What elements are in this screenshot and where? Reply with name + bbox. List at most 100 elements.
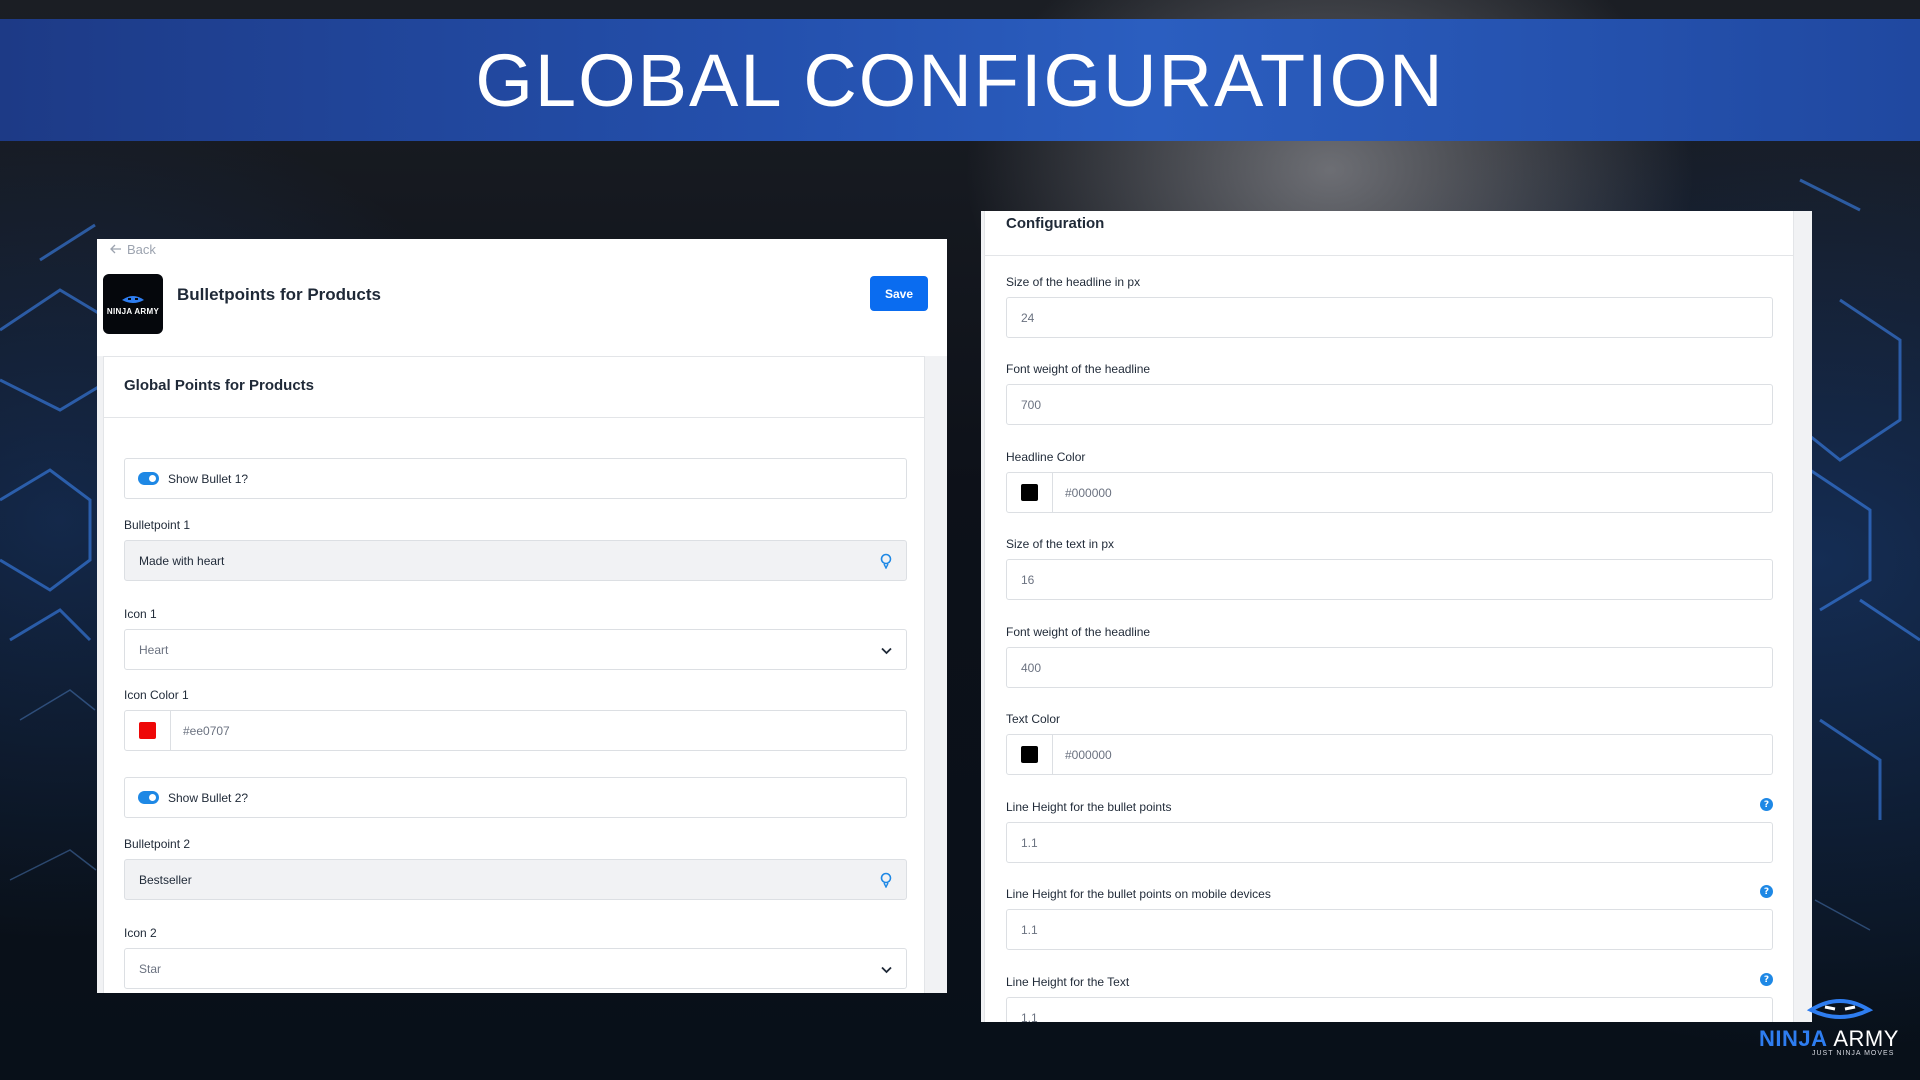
icon-2-value: Star xyxy=(139,961,162,976)
color-swatch-button[interactable] xyxy=(1007,473,1053,512)
headline-weight-input[interactable]: 700 xyxy=(1006,384,1773,425)
page-title: GLOBAL CONFIGURATION xyxy=(475,38,1445,122)
app-logo: NINJA ARMY xyxy=(103,274,163,334)
header-banner: GLOBAL CONFIGURATION xyxy=(0,19,1920,141)
headline-weight-group: Font weight of the headline 700 xyxy=(1006,362,1773,425)
chevron-down-icon xyxy=(881,644,892,658)
show-bullet-1-label: Show Bullet 1? xyxy=(168,471,249,486)
bulletpoint-1-label: Bulletpoint 1 xyxy=(124,518,191,532)
configuration-title: Configuration xyxy=(985,211,1793,256)
text-line-height-group: Line Height for the Text ? 1.1 xyxy=(1006,973,1773,1022)
text-line-height-label: Line Height for the Text ? xyxy=(1006,973,1773,989)
ninja-army-logo: NINJA ARMY JUST NINJA MOVES xyxy=(1755,990,1915,1060)
bullet-line-height-text: Line Height for the bullet points xyxy=(1006,800,1172,814)
app-logo-text: NINJA ARMY xyxy=(106,306,160,316)
help-icon[interactable]: ? xyxy=(1760,798,1773,811)
app-panel-left: Back NINJA ARMY Bulletpoints for Product… xyxy=(97,239,947,993)
headline-size-group: Size of the headline in px 24 xyxy=(1006,275,1773,338)
help-icon[interactable]: ? xyxy=(1760,885,1773,898)
text-color-group: Text Color #000000 xyxy=(1006,712,1773,775)
text-size-value: 16 xyxy=(1021,572,1035,587)
app-title: Bulletpoints for Products xyxy=(177,285,381,304)
show-bullet-1-group: Show Bullet 1? xyxy=(124,458,907,499)
emoji-picker-icon[interactable] xyxy=(879,553,893,572)
text-weight-group: Font weight of the headline 400 xyxy=(1006,625,1773,688)
configuration-card: Configuration Size of the headline in px… xyxy=(984,211,1794,1022)
text-weight-value: 400 xyxy=(1021,660,1042,675)
mobile-line-height-value: 1.1 xyxy=(1021,922,1038,937)
headline-size-value: 24 xyxy=(1021,310,1035,325)
bullet-line-height-group: Line Height for the bullet points ? 1.1 xyxy=(1006,798,1773,863)
ninja-mask-icon xyxy=(122,295,144,303)
text-line-height-input[interactable]: 1.1 xyxy=(1006,997,1773,1022)
headline-size-input[interactable]: 24 xyxy=(1006,297,1773,338)
headline-size-label: Size of the headline in px xyxy=(1006,275,1141,289)
icon-color-1-value: #ee0707 xyxy=(183,723,230,738)
icon-color-1-group: Icon Color 1 #ee0707 xyxy=(124,688,907,751)
toggle-switch[interactable] xyxy=(138,791,159,804)
show-bullet-2-toggle-field[interactable]: Show Bullet 2? xyxy=(124,777,907,818)
help-icon[interactable]: ? xyxy=(1760,973,1773,986)
headline-color-value: #000000 xyxy=(1065,485,1112,500)
text-size-label: Size of the text in px xyxy=(1006,537,1115,551)
color-swatch-button[interactable] xyxy=(1007,735,1053,774)
mobile-line-height-input[interactable]: 1.1 xyxy=(1006,909,1773,950)
bullet-line-height-label: Line Height for the bullet points ? xyxy=(1006,798,1773,814)
color-swatch xyxy=(1021,484,1038,501)
bulletpoint-1-group: Bulletpoint 1 Made with heart xyxy=(124,518,907,581)
text-size-group: Size of the text in px 16 xyxy=(1006,537,1773,600)
text-weight-input[interactable]: 400 xyxy=(1006,647,1773,688)
icon-2-group: Icon 2 Star xyxy=(124,926,907,989)
card-title: Global Points for Products xyxy=(104,357,924,418)
mobile-line-height-group: Line Height for the bullet points on mob… xyxy=(1006,885,1773,950)
save-button[interactable]: Save xyxy=(870,276,928,311)
brand-name-part2: ARMY xyxy=(1833,1026,1899,1051)
color-swatch xyxy=(1021,746,1038,763)
icon-2-label: Icon 2 xyxy=(124,926,157,940)
icon-color-1-input[interactable]: #ee0707 xyxy=(124,710,907,751)
icon-1-value: Heart xyxy=(139,642,169,657)
emoji-picker-icon[interactable] xyxy=(879,872,893,891)
icon-1-label: Icon 1 xyxy=(124,607,157,621)
back-label: Back xyxy=(127,242,156,257)
mobile-line-height-text: Line Height for the bullet points on mob… xyxy=(1006,887,1271,901)
text-line-height-value: 1.1 xyxy=(1021,1010,1038,1023)
bulletpoint-2-value: Bestseller xyxy=(139,872,192,887)
global-points-card: Global Points for Products Show Bullet 1… xyxy=(103,356,925,993)
bulletpoint-2-label: Bulletpoint 2 xyxy=(124,837,191,851)
bulletpoint-1-input[interactable]: Made with heart xyxy=(124,540,907,581)
arrow-left-icon xyxy=(110,242,122,257)
show-bullet-2-label: Show Bullet 2? xyxy=(168,790,249,805)
app-header: Back NINJA ARMY Bulletpoints for Product… xyxy=(97,239,947,356)
bullet-line-height-input[interactable]: 1.1 xyxy=(1006,822,1773,863)
bullet-line-height-value: 1.1 xyxy=(1021,835,1038,850)
ninja-mask-icon xyxy=(1806,999,1874,1019)
bulletpoint-1-value: Made with heart xyxy=(139,553,225,568)
headline-color-label: Headline Color xyxy=(1006,450,1086,464)
mobile-line-height-label: Line Height for the bullet points on mob… xyxy=(1006,885,1773,901)
back-link[interactable]: Back xyxy=(110,242,156,257)
icon-color-1-label: Icon Color 1 xyxy=(124,688,189,702)
color-swatch-button[interactable] xyxy=(125,711,171,750)
headline-weight-label: Font weight of the headline xyxy=(1006,362,1151,376)
toggle-switch[interactable] xyxy=(138,472,159,485)
color-swatch xyxy=(139,722,156,739)
show-bullet-2-group: Show Bullet 2? xyxy=(124,777,907,818)
bulletpoint-2-group: Bulletpoint 2 Bestseller xyxy=(124,837,907,900)
show-bullet-1-toggle-field[interactable]: Show Bullet 1? xyxy=(124,458,907,499)
text-color-value: #000000 xyxy=(1065,747,1112,762)
text-color-input[interactable]: #000000 xyxy=(1006,734,1773,775)
headline-color-input[interactable]: #000000 xyxy=(1006,472,1773,513)
brand-name-part1: NINJA xyxy=(1759,1026,1827,1051)
app-panel-right: Configuration Size of the headline in px… xyxy=(981,211,1812,1022)
text-size-input[interactable]: 16 xyxy=(1006,559,1773,600)
icon-1-group: Icon 1 Heart xyxy=(124,607,907,670)
chevron-down-icon xyxy=(881,963,892,977)
bulletpoint-2-input[interactable]: Bestseller xyxy=(124,859,907,900)
icon-2-select[interactable]: Star xyxy=(124,948,907,989)
brand-name: NINJA ARMY xyxy=(1759,1026,1899,1052)
icon-1-select[interactable]: Heart xyxy=(124,629,907,670)
text-weight-label: Font weight of the headline xyxy=(1006,625,1151,639)
headline-weight-value: 700 xyxy=(1021,397,1042,412)
text-line-height-text: Line Height for the Text xyxy=(1006,975,1130,989)
